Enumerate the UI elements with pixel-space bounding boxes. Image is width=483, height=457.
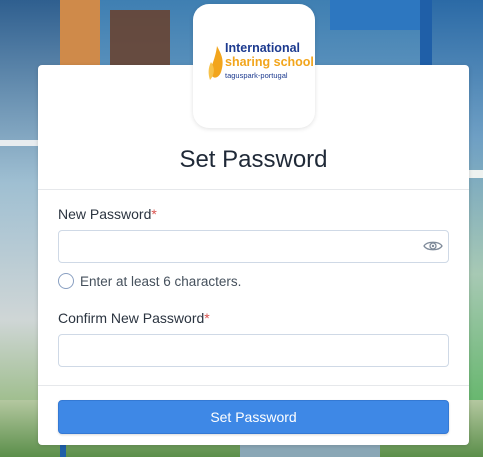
logo-text-line3: taguspark-portugal: [225, 71, 288, 80]
set-password-button[interactable]: Set Password: [58, 400, 449, 434]
flame-logo-icon: [208, 46, 223, 80]
password-hint: Enter at least 6 characters.: [80, 274, 242, 289]
confirm-password-input[interactable]: [58, 334, 449, 367]
new-password-label: New Password*: [58, 206, 157, 222]
required-mark: *: [151, 206, 157, 222]
confirm-password-label: Confirm New Password*: [58, 310, 210, 326]
empty-circle-icon: [58, 273, 74, 289]
eye-icon[interactable]: [423, 238, 443, 254]
logo-text-line2: sharing school: [225, 55, 314, 69]
confirm-password-label-text: Confirm New Password: [58, 310, 205, 326]
new-password-label-text: New Password: [58, 206, 152, 222]
footer-divider: [38, 385, 469, 386]
title-divider: [38, 189, 469, 190]
required-mark: *: [204, 310, 210, 326]
new-password-input[interactable]: [58, 230, 449, 263]
school-logo: International sharing school taguspark-p…: [193, 4, 315, 128]
page-title: Set Password: [179, 146, 328, 173]
logo-text-line1: International: [225, 41, 301, 55]
